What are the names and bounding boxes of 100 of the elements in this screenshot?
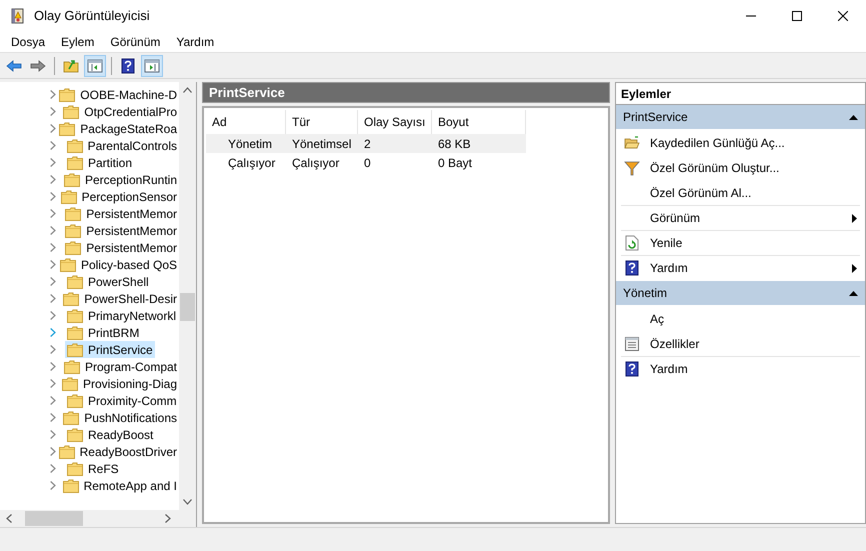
expand-chevron-icon[interactable]	[50, 107, 56, 116]
action-group-header[interactable]: Yönetim	[616, 281, 865, 305]
tree-item[interactable]: PrintBRM	[65, 324, 142, 341]
folder-icon	[67, 274, 83, 288]
tree-item[interactable]: ReFS	[65, 460, 121, 477]
scrollbar-thumb[interactable]	[25, 511, 83, 526]
folder-icon	[63, 104, 80, 118]
table-row[interactable]: Yönetim Yönetimsel 2 68 KB	[206, 134, 526, 153]
folder-icon	[67, 428, 83, 442]
window-title: Olay Görüntüleyicisi	[34, 6, 150, 25]
expand-chevron-icon[interactable]	[50, 328, 56, 337]
vertical-scrollbar[interactable]	[179, 82, 196, 510]
tree-item[interactable]: PrimaryNetworkl	[65, 307, 178, 324]
folder-icon	[67, 394, 83, 408]
action-group-header[interactable]: PrintService	[616, 105, 865, 129]
tree-item[interactable]: Proximity-Comm	[65, 392, 179, 409]
expand-chevron-icon[interactable]	[50, 226, 56, 235]
menu-item[interactable]: Eylem	[53, 32, 102, 50]
tree-item[interactable]: PowerShell	[65, 273, 151, 290]
scroll-right-icon[interactable]	[165, 514, 171, 523]
tree-item[interactable]: ReadyBoostDriver	[56, 443, 179, 460]
action-item[interactable]: Yardım	[621, 356, 860, 381]
expand-chevron-icon[interactable]	[50, 481, 56, 490]
expand-chevron-icon[interactable]	[50, 379, 56, 388]
close-icon[interactable]	[838, 10, 848, 20]
scrollbar-thumb[interactable]	[180, 293, 195, 321]
tree-item[interactable]: Policy-based QoS	[58, 256, 179, 273]
expand-chevron-icon[interactable]	[50, 362, 56, 371]
folder-icon	[59, 88, 76, 102]
scroll-left-icon[interactable]	[6, 514, 12, 523]
expand-chevron-icon[interactable]	[50, 447, 56, 456]
tree-item[interactable]: PerceptionRuntin	[62, 171, 179, 188]
expand-chevron-icon[interactable]	[50, 158, 56, 167]
scroll-down-icon[interactable]	[183, 499, 192, 505]
submenu-arrow-icon	[852, 214, 857, 222]
folder-icon	[67, 326, 83, 340]
action-item[interactable]: Yardım	[621, 255, 860, 280]
action-item[interactable]: Özel Görünüm Oluştur...	[621, 155, 860, 180]
tree-item[interactable]: Program-Compat	[62, 358, 179, 375]
expand-chevron-icon[interactable]	[50, 413, 56, 422]
folder-icon	[59, 122, 76, 136]
folder-icon	[58, 444, 75, 458]
expand-chevron-icon[interactable]	[50, 464, 56, 473]
expand-chevron-icon[interactable]	[50, 243, 56, 252]
tree-item[interactable]: PerceptionSensor	[58, 188, 179, 205]
tree-item[interactable]: Partition	[65, 154, 134, 171]
folder-icon	[67, 156, 83, 170]
action-item[interactable]: Görünüm	[621, 205, 860, 230]
folder-icon	[66, 138, 83, 152]
tree-item[interactable]: Provisioning-Diag	[60, 375, 179, 392]
folder-icon	[60, 258, 76, 272]
horizontal-scrollbar[interactable]	[0, 510, 196, 527]
menu-item[interactable]: Yardım	[168, 32, 222, 50]
folder-icon	[63, 292, 80, 306]
folder-icon	[65, 206, 82, 220]
expand-chevron-icon[interactable]	[50, 124, 56, 133]
action-item[interactable]: Aç	[621, 306, 860, 331]
tree-item[interactable]: PrintService	[65, 341, 155, 358]
expand-chevron-icon[interactable]	[50, 260, 56, 269]
expand-chevron-icon[interactable]	[50, 192, 56, 201]
filter-icon	[624, 160, 640, 176]
expand-chevron-icon[interactable]	[50, 209, 56, 218]
open-folder-icon	[624, 134, 640, 150]
tree-item[interactable]: PersistentMemor	[63, 222, 179, 239]
action-item[interactable]: Kaydedilen Günlüğü Aç...	[621, 130, 860, 155]
folder-icon	[67, 342, 83, 356]
collapse-caret-icon[interactable]	[849, 114, 858, 120]
tree-item[interactable]: PowerShell-Desir	[61, 290, 179, 307]
expand-chevron-icon[interactable]	[50, 294, 56, 303]
expand-chevron-icon[interactable]	[50, 277, 56, 286]
tree-item[interactable]: ReadyBoost	[65, 426, 156, 443]
action-item[interactable]: Yenile	[621, 230, 860, 255]
tree-item[interactable]: PersistentMemor	[63, 205, 179, 222]
expand-chevron-icon[interactable]	[50, 430, 56, 439]
tree-item[interactable]: PackageStateRoa	[57, 120, 179, 137]
tree-item[interactable]: PushNotifications	[61, 409, 179, 426]
tree-item[interactable]: OOBE-Machine-D	[57, 86, 179, 103]
expand-chevron-icon[interactable]	[50, 311, 56, 320]
expand-chevron-icon[interactable]	[50, 345, 56, 354]
maximize-icon[interactable]	[792, 10, 802, 20]
table-row[interactable]: Çalışıyor Çalışıyor 0 0 Bayt	[206, 153, 526, 172]
expand-chevron-icon[interactable]	[50, 141, 56, 150]
scroll-up-icon[interactable]	[183, 87, 192, 93]
pane-left-button[interactable]	[84, 54, 106, 76]
menu-item[interactable]: Dosya	[3, 32, 54, 50]
tree-item[interactable]: RemoteApp and I	[60, 477, 179, 494]
action-item[interactable]: Özellikler	[621, 331, 860, 356]
tree-item[interactable]: ParentalControls	[64, 137, 179, 154]
expand-chevron-icon[interactable]	[50, 175, 56, 184]
properties-icon	[624, 336, 640, 352]
expand-chevron-icon[interactable]	[50, 396, 56, 405]
action-item[interactable]: Özel Görünüm Al...	[621, 180, 860, 205]
tree-item[interactable]: PersistentMemor	[63, 239, 179, 256]
expand-chevron-icon[interactable]	[50, 90, 56, 99]
tree-item[interactable]: OtpCredentialPro	[61, 103, 179, 120]
menu-item[interactable]: Görünüm	[102, 32, 168, 50]
pane-right-button[interactable]	[141, 54, 163, 76]
folder-icon	[65, 224, 82, 238]
folder-icon	[64, 360, 80, 374]
collapse-caret-icon[interactable]	[849, 290, 858, 296]
